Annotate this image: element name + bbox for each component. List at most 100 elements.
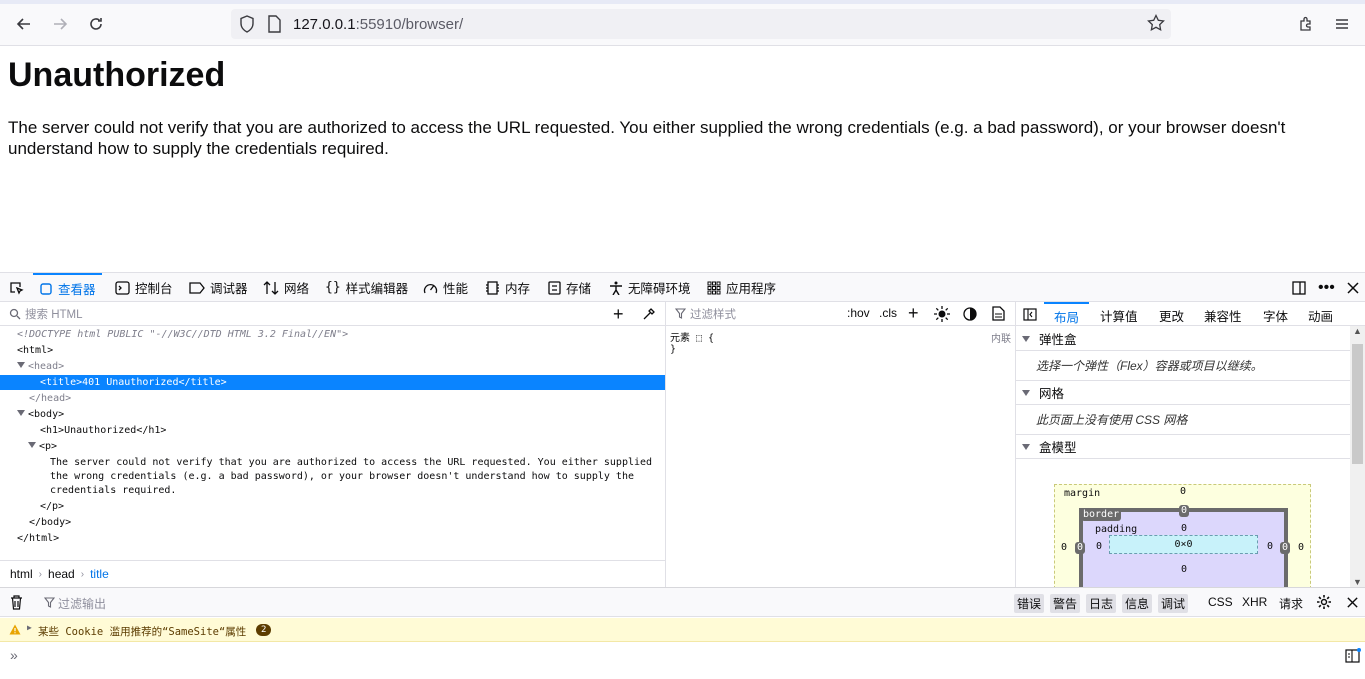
html-open-text: <html>	[17, 345, 54, 356]
markup-html-close[interactable]: </html>	[0, 531, 665, 546]
markup-p[interactable]: <p>	[0, 439, 665, 454]
markup-p-text-3[interactable]: credentials required.	[0, 483, 665, 498]
tab-console[interactable]: 控制台	[115, 273, 173, 302]
grid-section-header[interactable]: 网格	[1016, 381, 1350, 405]
padding-bottom-value[interactable]: 0	[1181, 564, 1187, 575]
markup-body-close[interactable]: </body>	[0, 515, 665, 530]
margin-top-value[interactable]: 0	[1180, 486, 1186, 497]
tab-accessibility[interactable]: 无障碍环境	[609, 273, 691, 302]
trash-icon[interactable]	[10, 595, 23, 610]
filter-output-input[interactable]: 过滤输出	[58, 595, 106, 612]
print-media-icon[interactable]	[992, 306, 1005, 321]
url-bar[interactable]: 127.0.0.1:55910/browser/	[231, 9, 1171, 39]
margin-left-value[interactable]: 0	[1061, 542, 1067, 553]
expand-triangle-icon[interactable]	[17, 362, 25, 368]
eyedropper-icon[interactable]	[642, 307, 656, 321]
console-warning-row[interactable]: ▶ 某些 Cookie 滥用推荐的“SameSite“属性 2	[0, 618, 1365, 642]
tab-performance[interactable]: 性能	[423, 273, 468, 302]
reload-button[interactable]	[83, 11, 109, 37]
markup-doctype[interactable]: <!DOCTYPE html PUBLIC "-//W3C//DTD HTML …	[0, 327, 665, 342]
border-top-value[interactable]: 0	[1179, 505, 1190, 517]
level-errors[interactable]: 错误	[1014, 594, 1045, 613]
scrollbar-thumb[interactable]	[1352, 344, 1363, 464]
level-logs[interactable]: 日志	[1086, 594, 1117, 613]
tab-computed[interactable]: 计算值	[1100, 306, 1138, 325]
flexbox-section-header[interactable]: 弹性盒	[1016, 327, 1350, 351]
back-button[interactable]	[11, 11, 37, 37]
editor-mode-icon[interactable]	[1345, 648, 1361, 664]
puzzle-icon	[1300, 16, 1311, 31]
add-rule-button[interactable]: +	[908, 303, 919, 324]
padding-top-value[interactable]: 0	[1181, 523, 1187, 534]
markup-p-text-1[interactable]: The server could not verify that you are…	[0, 455, 665, 470]
dark-mode-icon[interactable]	[963, 307, 977, 321]
markup-body[interactable]: <body>	[0, 407, 665, 422]
padding-left-value[interactable]: 0	[1096, 541, 1102, 552]
type-css[interactable]: CSS	[1205, 594, 1236, 610]
markup-title-selected[interactable]: <title>401 Unauthorized</title>	[0, 375, 665, 390]
search-html-input[interactable]: 搜索 HTML	[25, 306, 585, 322]
extensions-button[interactable]	[1293, 11, 1319, 37]
markup-h1[interactable]: <h1>Unauthorized</h1>	[0, 423, 665, 438]
level-info[interactable]: 信息	[1122, 594, 1153, 613]
scroll-down-icon[interactable]: ▼	[1353, 577, 1362, 587]
scroll-up-icon[interactable]: ▲	[1353, 326, 1362, 336]
tab-memory[interactable]: 内存	[485, 273, 530, 302]
markup-head[interactable]: <head>	[0, 359, 665, 374]
pick-element-button[interactable]	[8, 273, 24, 302]
tab-style-editor[interactable]: {} 样式编辑器	[325, 273, 408, 302]
close-icon[interactable]	[1346, 596, 1359, 609]
border-right-value[interactable]: 0	[1280, 542, 1291, 554]
toggle-sidebar-icon[interactable]	[1023, 308, 1037, 321]
layout-scrollbar[interactable]: ▲ ▼	[1350, 326, 1365, 587]
close-devtools-button[interactable]	[1346, 273, 1360, 302]
page-icon[interactable]	[267, 15, 281, 33]
tab-animations[interactable]: 动画	[1308, 306, 1333, 325]
tab-compatibility[interactable]: 兼容性	[1204, 306, 1242, 325]
breadcrumb-head[interactable]: head	[48, 567, 75, 581]
menu-button[interactable]	[1329, 11, 1355, 37]
expand-arrow-icon[interactable]: ▶	[27, 623, 32, 632]
tab-layout[interactable]: 布局	[1044, 302, 1090, 326]
type-xhr[interactable]: XHR	[1239, 594, 1270, 610]
border-left-value[interactable]: 0	[1075, 542, 1086, 554]
dock-side-button[interactable]	[1291, 273, 1307, 302]
tab-storage[interactable]: 存储	[548, 273, 591, 302]
tab-debugger[interactable]: 调试器	[189, 273, 248, 302]
shield-icon[interactable]	[239, 15, 255, 33]
forward-button[interactable]	[47, 11, 73, 37]
level-debug[interactable]: 调试	[1158, 594, 1189, 613]
padding-right-value[interactable]: 0	[1267, 541, 1273, 552]
expand-triangle-icon[interactable]	[28, 442, 36, 448]
tab-network[interactable]: 网络	[263, 273, 309, 302]
hov-toggle[interactable]: :hov	[847, 306, 870, 320]
storage-icon	[548, 280, 561, 295]
level-warnings[interactable]: 警告	[1050, 594, 1081, 613]
markup-p-text-2[interactable]: the wrong credentials (e.g. a bad passwo…	[0, 469, 665, 484]
element-rule[interactable]: 元素 ⬚ { }	[670, 329, 714, 355]
filter-styles-input[interactable]: 过滤样式	[690, 306, 736, 322]
breadcrumb-title[interactable]: title	[90, 567, 109, 581]
boxmodel-section-header[interactable]: 盒模型	[1016, 435, 1350, 459]
markup-html-open[interactable]: <html>	[0, 343, 665, 358]
more-options-button[interactable]: •••	[1318, 273, 1335, 302]
tab-inspector[interactable]: 查看器	[33, 273, 102, 302]
console-input-row[interactable]: »	[0, 643, 1365, 679]
tab-changes[interactable]: 更改	[1159, 306, 1184, 325]
warning-text: 某些 Cookie 滥用推荐的“SameSite“属性	[38, 626, 247, 638]
tab-fonts[interactable]: 字体	[1263, 306, 1288, 325]
margin-right-value[interactable]: 0	[1298, 542, 1304, 553]
markup-head-close[interactable]: </head>	[0, 391, 665, 406]
tab-storage-label: 存储	[566, 282, 592, 296]
tab-application[interactable]: 应用程序	[707, 273, 776, 302]
sun-icon[interactable]	[934, 306, 950, 322]
markup-p-close[interactable]: </p>	[0, 499, 665, 514]
bookmark-star-icon[interactable]	[1147, 14, 1165, 32]
cls-toggle[interactable]: .cls	[879, 306, 897, 320]
type-requests[interactable]: 请求	[1276, 594, 1306, 613]
url-text[interactable]: 127.0.0.1:55910/browser/	[293, 16, 463, 33]
add-node-button[interactable]: +	[613, 304, 624, 325]
expand-triangle-icon[interactable]	[17, 410, 25, 416]
gear-icon[interactable]	[1316, 594, 1332, 610]
breadcrumb-html[interactable]: html	[10, 567, 33, 581]
